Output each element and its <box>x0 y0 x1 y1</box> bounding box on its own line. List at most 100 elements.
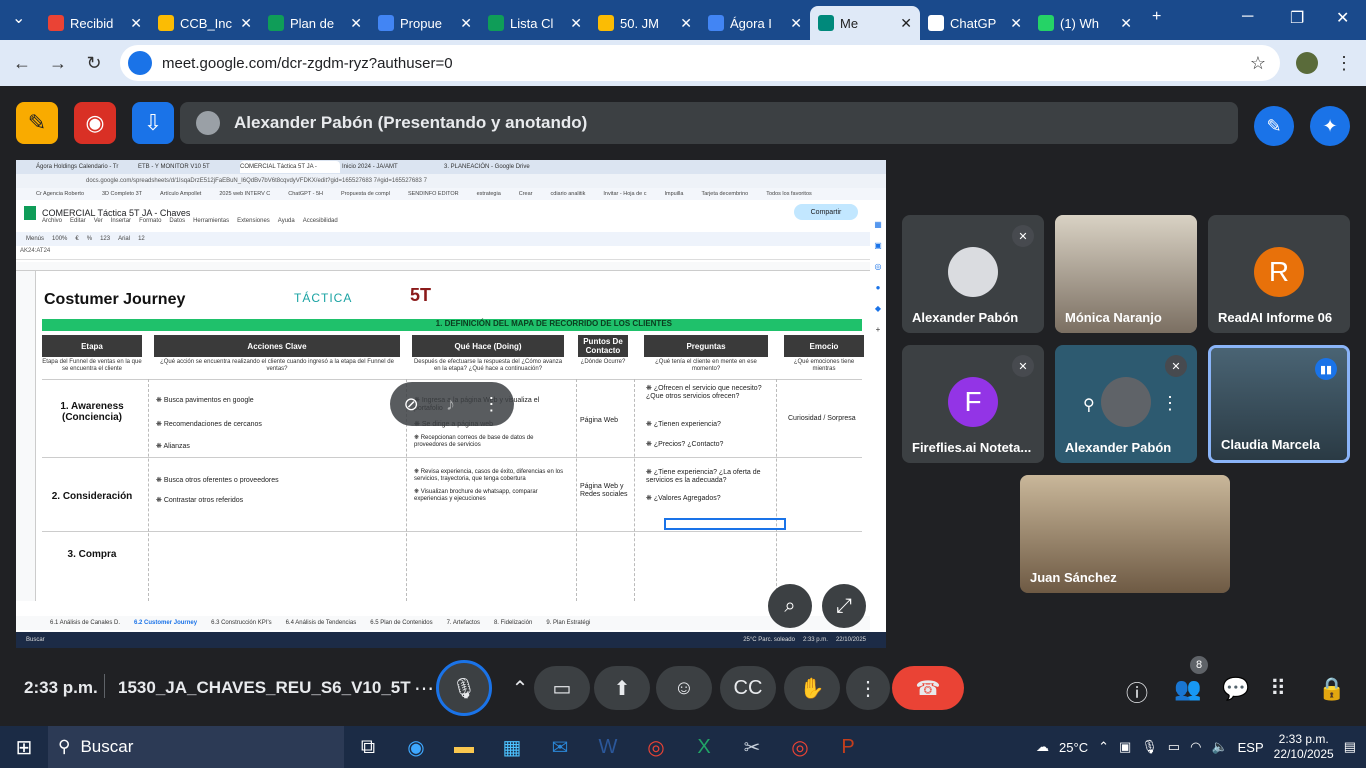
host-controls-icon[interactable]: 🔒 <box>1318 676 1345 702</box>
annotate-icon[interactable]: ✎ <box>16 102 58 144</box>
language-indicator[interactable]: ESP <box>1238 740 1264 755</box>
browser-tab[interactable]: Ágora I ✕ <box>700 6 810 40</box>
browser-tab[interactable]: Plan de ✕ <box>260 6 370 40</box>
pin-icon[interactable]: ⚲ <box>1083 395 1095 415</box>
browser-tab[interactable]: Recibid ✕ <box>40 6 150 40</box>
site-info-icon[interactable] <box>128 51 152 75</box>
doing-text: Visualizan brochure de whatsapp, compara… <box>414 489 538 502</box>
more-options-icon[interactable]: ⋮ <box>482 394 500 415</box>
meet-tray-icon[interactable]: ▣ <box>1119 739 1131 755</box>
profile-avatar[interactable] <box>1296 52 1318 74</box>
tray-clock[interactable]: 2:33 p.m. 22/10/2025 <box>1274 732 1334 762</box>
participant-tile[interactable]: R ReadAI Informe 06 <box>1208 215 1350 333</box>
activities-icon[interactable]: ⠿ <box>1270 676 1286 702</box>
snipping-tool-icon[interactable]: ✂ <box>728 726 776 768</box>
close-tab-icon[interactable]: ✕ <box>460 15 472 32</box>
close-tab-icon[interactable]: ✕ <box>130 15 142 32</box>
unpin-icon[interactable]: ⊘ <box>404 394 419 415</box>
task-view-icon[interactable]: ⧉ <box>344 726 392 768</box>
edge-icon[interactable]: ◉ <box>392 726 440 768</box>
chat-icon[interactable]: 💬 <box>1222 676 1249 702</box>
sub-etapa: Etapa del Funnel de ventas en la que se … <box>42 359 142 372</box>
browser-menu-icon[interactable]: ⋮ <box>1326 53 1362 74</box>
record-icon[interactable]: ◉ <box>74 102 116 144</box>
accion-item: ❋ Recomendaciones de cercanos <box>156 421 262 428</box>
close-tab-icon[interactable]: ✕ <box>680 15 692 32</box>
close-tab-icon[interactable]: ✕ <box>1010 15 1022 32</box>
word-icon[interactable]: W <box>584 726 632 768</box>
browser-tab[interactable]: Me ✕ <box>810 6 920 40</box>
people-icon[interactable]: 👥 <box>1174 676 1201 702</box>
meeting-details-icon[interactable]: ⓘ <box>1126 676 1148 708</box>
tile-more-icon[interactable]: ⋮ <box>1161 393 1179 414</box>
presenter-banner: Alexander Pabón (Presentando y anotando) <box>180 102 1238 144</box>
file-explorer-icon[interactable]: ▬ <box>440 726 488 768</box>
excel-icon[interactable]: X <box>680 726 728 768</box>
notifications-icon[interactable]: ▤ <box>1344 739 1356 755</box>
leave-call-button[interactable]: ☎ <box>892 666 964 710</box>
store-icon[interactable]: ▦ <box>488 726 536 768</box>
mute-presenter-icon[interactable]: ♪ <box>446 394 455 415</box>
windows-start-icon[interactable]: ⊞ <box>0 726 48 768</box>
volume-icon[interactable]: 🔈 <box>1211 739 1227 755</box>
back-icon[interactable]: ← <box>4 53 40 74</box>
maximize-icon[interactable]: ❐ <box>1290 8 1304 28</box>
meeting-time: 2:33 p.m. <box>24 678 98 697</box>
wifi-icon[interactable]: ◠ <box>1190 739 1201 755</box>
weather-icon[interactable]: ☁ <box>1036 739 1049 755</box>
docs-icon <box>378 15 394 31</box>
pen-annotation-icon[interactable]: ✎ <box>1254 106 1294 146</box>
fullscreen-icon[interactable]: ⤢ <box>822 584 866 628</box>
bookmark-star-icon[interactable]: ☆ <box>1240 53 1276 74</box>
close-tab-icon[interactable]: ✕ <box>900 15 912 32</box>
accion-item: ❋ Alianzas <box>156 443 190 450</box>
participant-tile[interactable]: ✕ Alexander Pabón <box>902 215 1044 333</box>
browser-tab[interactable]: (1) Wh ✕ <box>1030 6 1140 40</box>
close-window-icon[interactable]: ✕ <box>1336 8 1349 28</box>
meet-area: ✎ ◉ ⇩ Alexander Pabón (Presentando y ano… <box>0 86 1366 726</box>
reload-icon[interactable]: ↻ <box>76 53 112 74</box>
gmail-icon <box>48 15 64 31</box>
tab-search-icon[interactable]: ⌄ <box>12 8 25 28</box>
browser-tab[interactable]: Lista Cl ✕ <box>480 6 590 40</box>
forward-icon[interactable]: → <box>40 53 76 74</box>
browser-tab[interactable]: Propue ✕ <box>370 6 480 40</box>
camera-button[interactable]: ▭ <box>534 666 590 710</box>
close-tab-icon[interactable]: ✕ <box>350 15 362 32</box>
avatar <box>948 247 998 297</box>
microphone-button[interactable]: 🎙 <box>436 660 492 716</box>
captions-button[interactable]: CC <box>720 666 776 710</box>
mail-icon[interactable]: ✉ <box>536 726 584 768</box>
gemini-icon[interactable]: ✦ <box>1310 106 1350 146</box>
close-tab-icon[interactable]: ✕ <box>1120 15 1132 32</box>
participant-tile[interactable]: Juan Sánchez <box>1020 475 1230 593</box>
reactions-button[interactable]: ☺ <box>656 666 712 710</box>
more-options-button[interactable]: ⋮ <box>846 666 890 710</box>
browser-tab[interactable]: ChatGP ✕ <box>920 6 1030 40</box>
zoom-in-icon[interactable]: ⌕ <box>768 584 812 628</box>
minimize-icon[interactable]: ─ <box>1242 8 1253 26</box>
close-tab-icon[interactable]: ✕ <box>570 15 582 32</box>
tray-date: 22/10/2025 <box>1273 747 1334 761</box>
raise-hand-button[interactable]: ✋ <box>784 666 840 710</box>
sheets-icon <box>268 15 284 31</box>
address-bar[interactable]: meet.google.com/dcr-zgdm-ryz?authuser=0 <box>120 45 1280 81</box>
close-tab-icon[interactable]: ✕ <box>240 15 252 32</box>
tray-chevron-icon[interactable]: ⌃ <box>1098 739 1109 755</box>
present-button[interactable]: ⬆ <box>594 666 650 710</box>
powerpoint-icon[interactable]: P <box>824 726 872 768</box>
browser-tab[interactable]: 50. JM ✕ <box>590 6 700 40</box>
participant-tile[interactable]: F ✕ Fireflies.ai Noteta... <box>902 345 1044 463</box>
participant-tile-speaking[interactable]: ▮▮ Claudia Marcela <box>1208 345 1350 463</box>
chrome-profile-icon[interactable]: ◎ <box>776 726 824 768</box>
mic-tray-icon[interactable]: 🎙 <box>1141 739 1158 755</box>
taskbar-search[interactable]: ⚲ Buscar <box>48 726 344 768</box>
participant-tile[interactable]: ✕ ⚲ ⋮ Alexander Pabón <box>1055 345 1197 463</box>
new-tab-button[interactable]: + <box>1152 8 1161 26</box>
present-to-icon[interactable]: ⇩ <box>132 102 174 144</box>
close-tab-icon[interactable]: ✕ <box>790 15 802 32</box>
battery-icon[interactable]: ▭ <box>1168 739 1180 755</box>
browser-tab[interactable]: CCB_Inc ✕ <box>150 6 260 40</box>
participant-tile[interactable]: Mónica Naranjo <box>1055 215 1197 333</box>
chrome-icon[interactable]: ◎ <box>632 726 680 768</box>
